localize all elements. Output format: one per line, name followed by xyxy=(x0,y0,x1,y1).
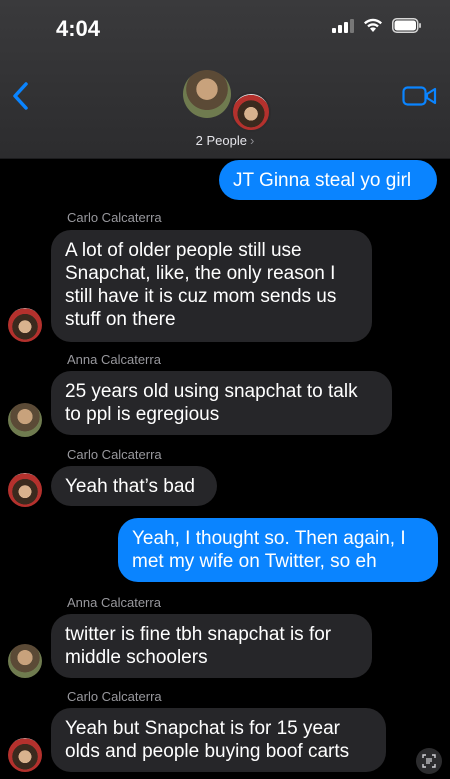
wifi-icon xyxy=(363,18,383,33)
sender-avatar-carlo[interactable] xyxy=(8,738,42,772)
message-bubble-received[interactable]: Yeah that’s bad xyxy=(51,466,217,506)
sender-avatar-anna[interactable] xyxy=(8,403,42,437)
back-chevron-icon[interactable] xyxy=(10,80,34,112)
message-bubble-received[interactable]: 25 years old using snapchat to talk to p… xyxy=(51,371,392,435)
status-icons xyxy=(332,18,422,33)
message-bubble-received[interactable]: Yeah but Snapchat is for 15 year olds an… xyxy=(51,708,386,772)
sender-avatar-carlo[interactable] xyxy=(8,308,42,342)
chevron-right-icon: › xyxy=(249,133,255,148)
video-call-icon[interactable] xyxy=(402,84,438,108)
people-count-label: 2 People xyxy=(195,133,247,148)
live-text-scan-icon[interactable] xyxy=(416,748,442,774)
message-bubble-sent[interactable]: JT Ginna steal yo girl xyxy=(219,160,437,200)
sender-avatar-carlo[interactable] xyxy=(8,473,42,507)
conversation-header: 4:04 2 People › xyxy=(0,0,450,159)
group-avatar-carlo[interactable] xyxy=(231,92,271,132)
message-bubble-received[interactable]: twitter is fine tbh snapchat is for midd… xyxy=(51,614,372,678)
group-avatar-anna[interactable] xyxy=(183,70,231,118)
status-time: 4:04 xyxy=(56,16,101,41)
people-count-link[interactable]: 2 People › xyxy=(0,133,450,148)
cellular-signal-icon xyxy=(332,18,354,33)
message-bubble-sent[interactable]: Yeah, I thought so. Then again, I met my… xyxy=(118,518,438,582)
sender-name: Anna Calcaterra xyxy=(67,595,161,610)
sender-avatar-anna[interactable] xyxy=(8,644,42,678)
message-bubble-received[interactable]: A lot of older people still use Snapchat… xyxy=(51,230,372,342)
sender-name: Carlo Calcaterra xyxy=(67,447,162,462)
sender-name: Anna Calcaterra xyxy=(67,352,161,367)
sender-name: Carlo Calcaterra xyxy=(67,689,162,704)
sender-name: Carlo Calcaterra xyxy=(67,210,162,225)
battery-icon xyxy=(392,18,422,33)
